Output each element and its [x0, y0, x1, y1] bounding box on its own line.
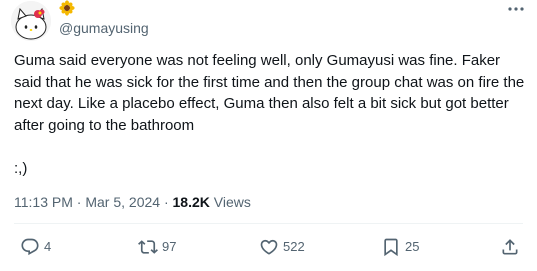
more-horizontal-icon [508, 7, 524, 11]
hello-kitty-avatar-icon [11, 1, 51, 41]
share-icon [502, 239, 518, 255]
sunflower-emoji-icon [59, 0, 75, 16]
share-button[interactable] [500, 236, 520, 258]
meta-separator: · [163, 194, 169, 210]
like-count: 522 [283, 239, 305, 254]
action-bar: 4 97 522 25 [0, 236, 537, 258]
reply-count: 4 [44, 239, 52, 254]
tweet-text: Guma said everyone was not feeling well,… [14, 52, 525, 177]
bookmark-button[interactable]: 25 [381, 236, 419, 258]
views-count[interactable]: 18.2K [173, 194, 210, 210]
reply-icon [21, 238, 39, 256]
more-options-button[interactable] [506, 1, 526, 17]
repost-button[interactable]: 97 [138, 236, 176, 258]
tweet-time[interactable]: 11:13 PM [14, 194, 73, 210]
meta-separator: · [76, 194, 82, 210]
bookmark-count: 25 [405, 239, 420, 254]
heart-icon [260, 239, 278, 255]
divider [14, 223, 523, 224]
tweet-card: @gumayusing Guma said everyone was not f… [0, 0, 537, 271]
avatar[interactable] [11, 1, 51, 41]
tweet-meta: 11:13 PM · Mar 5, 2024 · 18.2K Views [14, 193, 251, 211]
bookmark-icon [384, 238, 398, 257]
like-button[interactable]: 522 [259, 236, 305, 258]
user-handle[interactable]: @gumayusing [59, 19, 149, 37]
repost-count: 97 [162, 239, 177, 254]
views-label: Views [213, 194, 251, 210]
repost-icon [138, 240, 158, 254]
tweet-date[interactable]: Mar 5, 2024 [85, 194, 160, 210]
reply-button[interactable]: 4 [20, 236, 51, 258]
